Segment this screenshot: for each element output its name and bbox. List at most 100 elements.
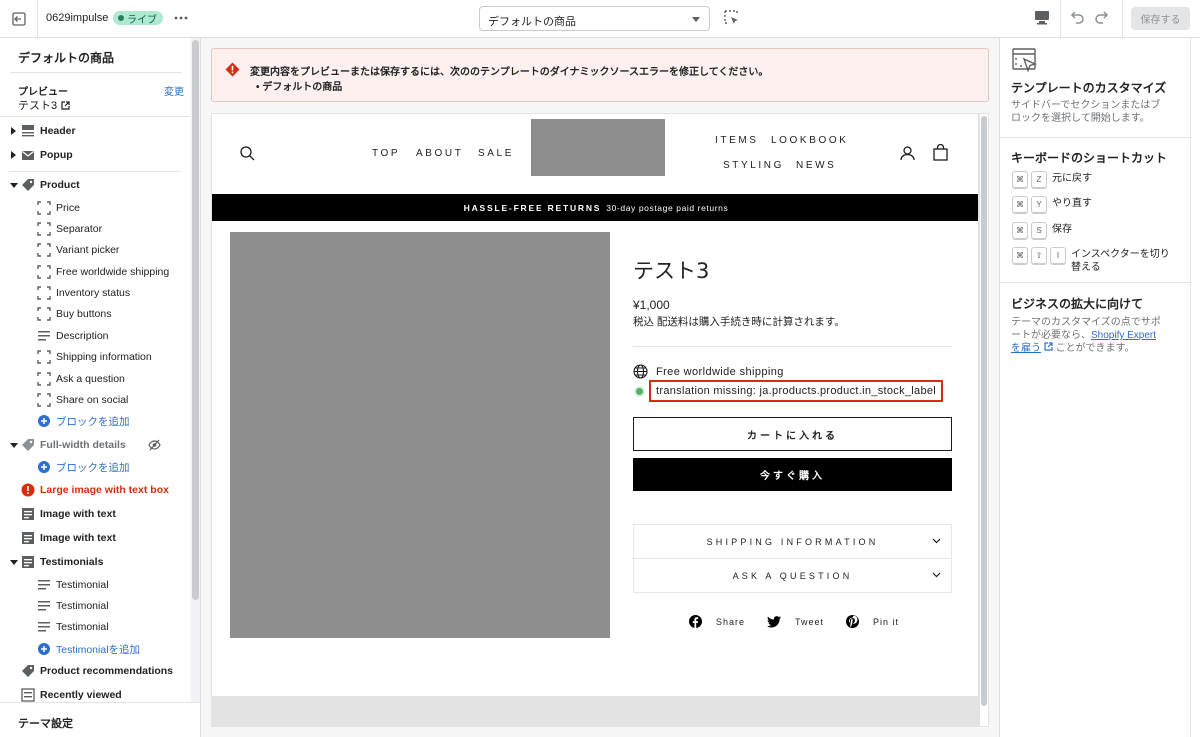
preview-scrollbar[interactable]: [979, 113, 989, 727]
nav-link-lookbook[interactable]: LOOKBOOK: [771, 135, 849, 146]
section-image-with-text-2[interactable]: Image with text: [0, 528, 190, 548]
desktop-view-button[interactable]: [1034, 10, 1050, 28]
scrollbar-thumb[interactable]: [192, 40, 199, 600]
nav-link-items[interactable]: ITEMS: [715, 135, 759, 146]
block-label: Separator: [56, 223, 103, 235]
buy-now-button[interactable]: 今すぐ購入: [633, 458, 952, 491]
add-to-cart-button[interactable]: カートに入れる: [633, 417, 952, 451]
nav-link-top[interactable]: TOP: [372, 148, 400, 159]
shortcut-label: 元に戻す: [1052, 173, 1092, 184]
nav-link-news[interactable]: NEWS: [796, 160, 836, 171]
caret-down-icon: [10, 443, 18, 448]
preview-area: 変更内容をプレビューまたは保存するには、次ののテンプレートのダイナミックソースエ…: [201, 38, 999, 737]
nav-link-sale[interactable]: SALE: [478, 148, 514, 159]
section-product-recommendations[interactable]: Product recommendations: [0, 661, 190, 681]
block-free-shipping[interactable]: Free worldwide shipping: [0, 262, 190, 282]
shortcuts-title: キーボードのショートカット: [1011, 151, 1168, 165]
section-testimonials[interactable]: Testimonials: [0, 552, 190, 572]
text-lines-icon: [38, 580, 50, 590]
shopping-bag-icon[interactable]: [933, 144, 948, 161]
caret-right-icon: [11, 127, 16, 135]
stock-label-highlighted[interactable]: translation missing: ja.products.product…: [649, 380, 944, 402]
block-testimonial[interactable]: Testimonial: [0, 575, 190, 595]
block-buy-buttons[interactable]: Buy buttons: [0, 304, 190, 324]
key: Y: [1031, 196, 1047, 213]
block-testimonial[interactable]: Testimonial: [0, 617, 190, 637]
section-label: Recently viewed: [40, 689, 122, 701]
block-share-social[interactable]: Share on social: [0, 390, 190, 410]
more-actions-button[interactable]: [172, 9, 190, 27]
inventory-status-row: translation missing: ja.products.product…: [636, 380, 944, 402]
accordion-shipping-information[interactable]: SHIPPING INFORMATION: [633, 524, 952, 559]
store-logo-placeholder[interactable]: [531, 119, 665, 176]
theme-settings-button[interactable]: テーマ設定: [0, 702, 200, 737]
block-testimonial[interactable]: Testimonial: [0, 596, 190, 616]
section-popup[interactable]: Popup: [0, 145, 190, 165]
nav-link-styling[interactable]: STYLING: [723, 160, 784, 171]
search-icon[interactable]: [240, 146, 255, 161]
grid-icon: [21, 688, 35, 702]
sidebar-scrollbar[interactable]: [191, 38, 200, 702]
section-label: Product recommendations: [40, 665, 174, 677]
command-key: ⌘: [1012, 222, 1028, 239]
plus-circle-icon: [38, 415, 50, 427]
template-select[interactable]: デフォルトの商品: [479, 6, 710, 31]
accordion-ask-question[interactable]: ASK A QUESTION: [633, 558, 952, 593]
product-image-placeholder[interactable]: [230, 232, 610, 638]
tag-icon: [22, 179, 34, 191]
block-price[interactable]: Price: [0, 198, 190, 218]
globe-icon: [633, 364, 648, 379]
theme-settings-label: テーマ設定: [18, 718, 73, 730]
add-testimonial-button[interactable]: Testimonialを追加: [0, 639, 190, 659]
block-inventory-status[interactable]: Inventory status: [0, 283, 190, 303]
header-section-icon: [22, 125, 34, 137]
section-large-image-with-text-box[interactable]: Large image with text box: [0, 480, 190, 500]
section-product[interactable]: Product: [0, 175, 190, 195]
scrollbar-thumb[interactable]: [981, 116, 987, 706]
shortcut-inspector: ⌘ ⇧ I インスペクターを切り替える: [1012, 247, 1182, 274]
change-preview-link[interactable]: 変更: [164, 83, 184, 98]
add-block-button[interactable]: ブロックを追加: [0, 457, 190, 477]
block-label: Price: [56, 202, 80, 214]
add-block-button[interactable]: ブロックを追加: [0, 411, 190, 431]
block-label: Free worldwide shipping: [56, 266, 170, 278]
share-pinterest-link[interactable]: Pin it: [846, 615, 899, 628]
announcement-bar[interactable]: HASSLE-FREE RETURNS 30-day postage paid …: [212, 194, 978, 221]
external-link-icon: [1044, 342, 1053, 351]
section-full-width-details[interactable]: Full-width details: [0, 435, 190, 455]
free-shipping-text: Free worldwide shipping: [656, 365, 784, 378]
tag-icon: [22, 665, 34, 677]
share-twitter-link[interactable]: Tweet: [767, 615, 824, 628]
shortcut-redo: ⌘ Y やり直す: [1012, 196, 1092, 213]
block-description[interactable]: Description: [0, 326, 190, 346]
preview-product-link[interactable]: テスト3: [18, 97, 70, 113]
chevron-down-icon: [692, 17, 700, 22]
user-icon[interactable]: [900, 146, 915, 161]
help-panel-scrollbar[interactable]: [1190, 38, 1200, 737]
divider: [1000, 137, 1190, 138]
more-horizontal-icon: [174, 16, 188, 20]
error-icon: [21, 483, 35, 497]
undo-button[interactable]: [1069, 9, 1085, 28]
redo-button[interactable]: [1094, 9, 1110, 28]
nav-link-about[interactable]: ABOUT: [416, 148, 463, 159]
share-facebook-link[interactable]: Share: [689, 615, 745, 628]
block-separator[interactable]: Separator: [0, 219, 190, 239]
block-shipping-information[interactable]: Shipping information: [0, 347, 190, 367]
text-block-icon: [22, 556, 34, 568]
block-icon: [37, 243, 51, 257]
block-label: Inventory status: [56, 287, 131, 299]
add-block-label: ブロックを追加: [56, 415, 130, 428]
preview-product-name: テスト3: [18, 100, 58, 112]
section-image-with-text[interactable]: Image with text: [0, 504, 190, 524]
block-variant-picker[interactable]: Variant picker: [0, 240, 190, 260]
top-bar: 0629impulse ライブ デフォルトの商品 保存する: [0, 0, 1200, 38]
section-header[interactable]: Header: [0, 121, 190, 141]
save-button[interactable]: 保存する: [1131, 7, 1190, 30]
exit-button[interactable]: [0, 0, 38, 37]
separator: [633, 346, 952, 347]
eye-hidden-icon[interactable]: [148, 439, 161, 451]
block-ask-question[interactable]: Ask a question: [0, 369, 190, 389]
inspector-toggle-button[interactable]: [724, 10, 740, 29]
block-label: Ask a question: [56, 373, 125, 385]
